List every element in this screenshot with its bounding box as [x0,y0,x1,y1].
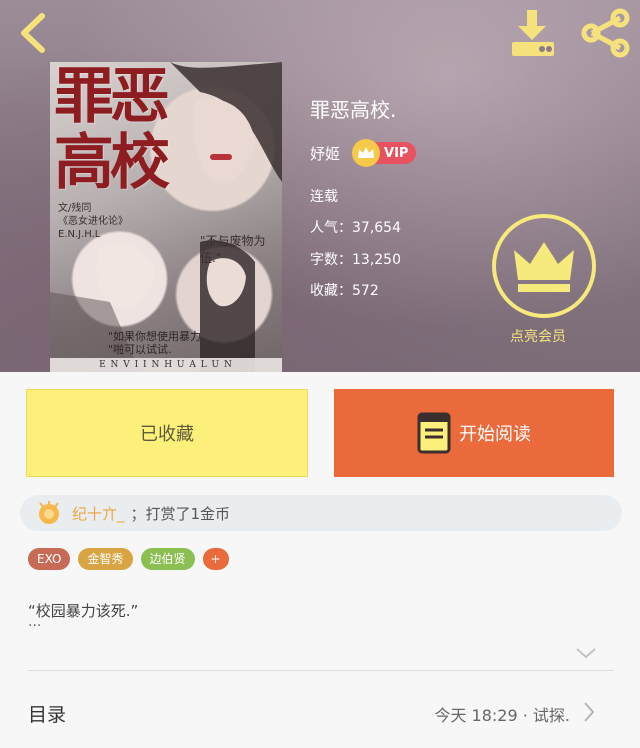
collected-label: 已收藏 [140,424,194,445]
catalog-row[interactable]: 目录 今天 18:29 · 试探. [0,684,640,740]
tag-exo[interactable]: EXO [28,548,71,570]
start-reading-label: 开始阅读 [459,424,531,445]
reward-message: ；打赏了1金币 [130,504,231,523]
book-cover[interactable]: 罪恶高校 文/残同 《恶女进化论》 E.N.J.H.L "不与废物为伍." "如… [50,62,282,372]
crown-icon [352,139,381,167]
expand-intro-button[interactable] [574,644,598,662]
cover-quote: "如果你想使用暴力. "啪可以试试. [108,330,205,356]
intro-text: “校园暴力该死.” [28,602,139,620]
crown-icon [514,242,574,292]
coin-hand-icon [39,501,59,524]
latest-chapter: 今天 18:29 · 试探. [434,706,570,725]
cover-author-line: 《恶女进化论》 [58,216,128,227]
book-title: 罪恶高校. [310,98,397,122]
add-tag-button[interactable]: + [202,548,229,570]
catalog-label: 目录 [28,704,67,726]
cover-bottom-text: E N V I I N H U A L U N [50,358,282,372]
cover-quote-line: "如果你想使用暴力. [108,330,205,343]
tag-jisoo[interactable]: 金智秀 [78,548,133,570]
collected-button[interactable]: 已收藏 [26,389,308,477]
chevron-right-icon [584,702,595,722]
vip-badge: VIP [352,139,417,167]
reward-ticker[interactable]: 纪十亣_ ；打赏了1金币 [20,495,622,531]
intro-ellipsis: ··· [28,618,42,634]
cover-author-line: E.N.J.H.L [58,229,101,240]
word-count-stat: 字数：13,250 [310,252,401,268]
back-button[interactable] [14,10,54,56]
chevron-left-icon [21,13,45,53]
cover-title: 罪恶高校 [54,62,170,198]
favorites-stat: 收藏：572 [310,283,379,299]
light-up-member-button[interactable] [492,214,596,318]
author-row: 妤姬 VIP [310,139,417,167]
chevron-down-icon [576,648,596,659]
cover-quote: "不与废物为伍." [200,234,266,265]
member-label: 点亮会员 [510,329,566,345]
cover-quote-line: "啪可以试试. [108,343,172,356]
popularity-stat: 人气：37,654 [310,220,401,236]
serial-status: 连载 [310,189,338,205]
tag-list: EXO 金智秀 边伯贤 + [28,548,229,570]
reward-user-name[interactable]: 纪十亣_ [72,503,125,524]
download-button[interactable] [506,8,560,58]
download-icon [512,10,554,56]
book-header: 罪恶高校 文/残同 《恶女进化论》 E.N.J.H.L "不与废物为伍." "如… [0,0,640,372]
start-reading-button[interactable]: 开始阅读 [334,389,614,477]
share-button[interactable] [578,8,632,58]
cover-author-line: 文/残同 [58,203,92,214]
share-icon [581,8,630,58]
divider [28,670,614,671]
author-name[interactable]: 妤姬 [310,143,340,164]
tag-baekhyun[interactable]: 边伯贤 [140,548,195,570]
book-icon [417,412,451,454]
cover-author: 文/残同 《恶女进化论》 E.N.J.H.L [58,202,128,241]
